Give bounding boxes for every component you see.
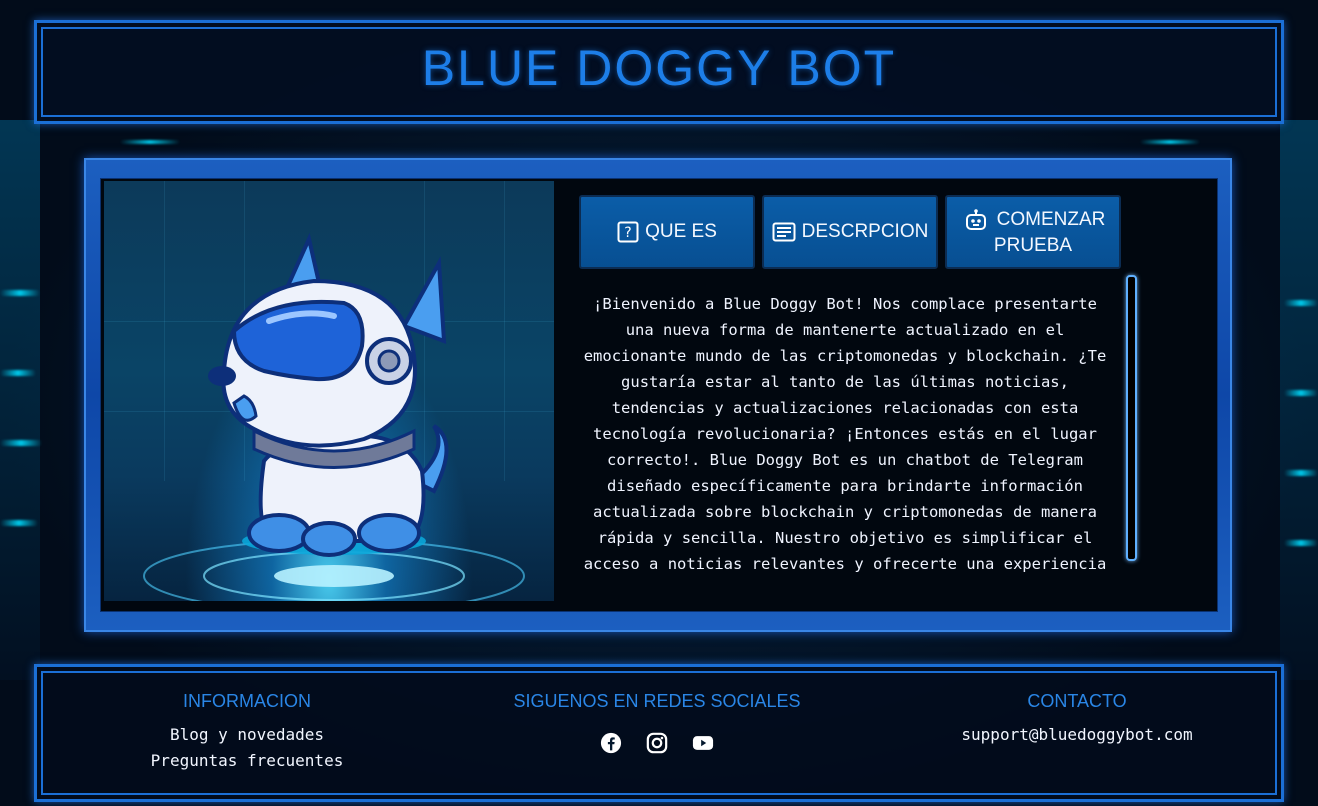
footer-info-section: INFORMACION Blog y novedades Preguntas f… (97, 691, 397, 774)
tab-comenzar-prueba[interactable]: COMENZAR PRUEBA (945, 195, 1121, 269)
footer-social-section: SIGUENOS EN REDES SOCIALES (497, 691, 817, 754)
facebook-icon[interactable] (600, 732, 622, 754)
faq-link[interactable]: Preguntas frecuentes (97, 748, 397, 774)
footer-contact-section: CONTACTO support@bluedoggybot.com (927, 691, 1227, 748)
contact-email-link[interactable]: support@bluedoggybot.com (927, 722, 1227, 748)
tab-comenzar-prueba-label: COMENZAR PRUEBA (993, 209, 1106, 257)
footer-info-heading: INFORMACION (183, 691, 311, 711)
footer-contact-heading: CONTACTO (1027, 691, 1127, 711)
svg-text:?: ? (624, 225, 631, 241)
site-header: BLUE DOGGY BOT (34, 20, 1284, 124)
tab-descripcion[interactable]: DESCRPCION (762, 195, 938, 269)
robot-dog-illustration (104, 181, 554, 601)
tab-que-es[interactable]: ? QUE ES (579, 195, 755, 269)
tab-bar: ? QUE ES DESCRPCION COMENZAR PRUEBA (579, 195, 1123, 269)
youtube-icon[interactable] (692, 732, 714, 754)
instagram-icon[interactable] (646, 732, 668, 754)
tab-que-es-label: QUE ES (645, 221, 717, 242)
tab-descripcion-label: DESCRPCION (801, 221, 929, 242)
social-icons (497, 732, 817, 754)
footer-social-heading: SIGUENOS EN REDES SOCIALES (513, 691, 801, 711)
description-text: ¡Bienvenido a Blue Doggy Bot! Nos compla… (583, 295, 1107, 573)
site-footer: INFORMACION Blog y novedades Preguntas f… (34, 664, 1284, 802)
document-icon (772, 222, 796, 242)
blog-link[interactable]: Blog y novedades (97, 722, 397, 748)
main-card: ? QUE ES DESCRPCION COMENZAR PRUEBA ¡Bie… (84, 158, 1232, 632)
question-icon: ? (617, 221, 639, 243)
site-title: BLUE DOGGY BOT (421, 40, 897, 96)
robot-icon (966, 209, 986, 230)
content-scrollbar[interactable] (1126, 275, 1137, 561)
card-inner: ? QUE ES DESCRPCION COMENZAR PRUEBA ¡Bie… (100, 178, 1218, 612)
